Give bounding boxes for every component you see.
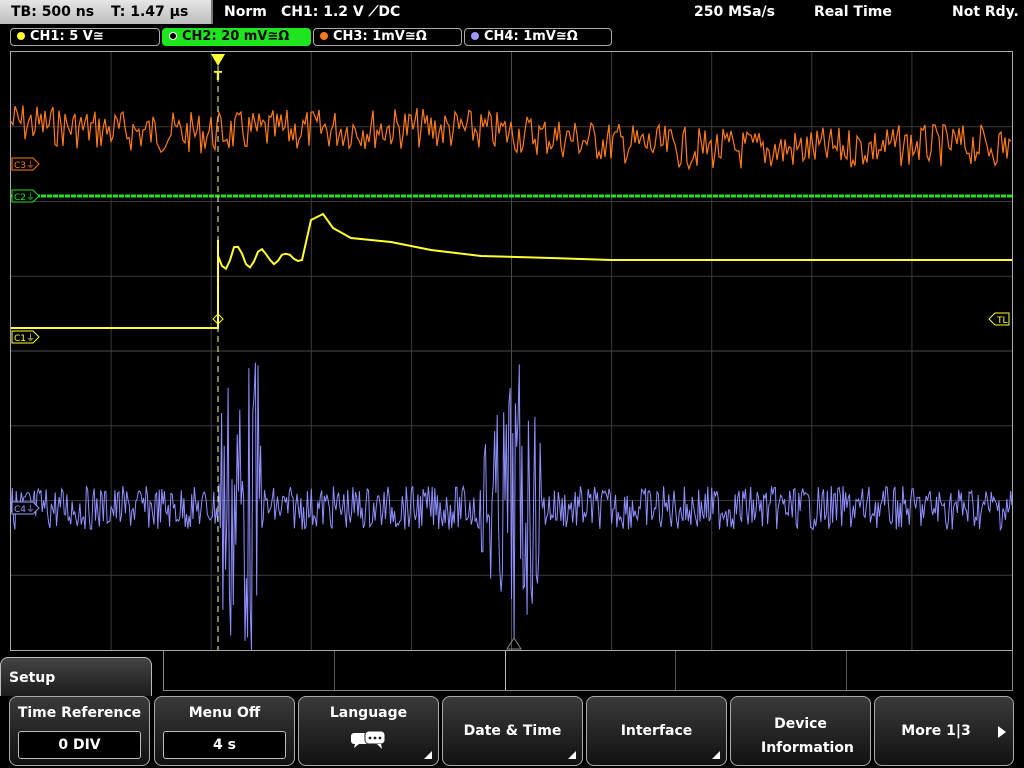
trigger-position-label: T: [214, 69, 223, 83]
menu-title: Setup: [9, 670, 56, 686]
overview-divider: [675, 651, 676, 690]
ch2-ground-marker[interactable]: C2⏚: [11, 189, 40, 203]
channel-1-color-dot: [17, 32, 25, 40]
overview-divider: [505, 651, 506, 690]
channel-4-tab[interactable]: CH4: 1mV≅Ω: [464, 28, 612, 46]
interface-label: Interface: [620, 723, 693, 739]
channel-4-color-dot: [471, 32, 479, 40]
speech-bubbles-icon: [351, 730, 386, 749]
channel-3-tab[interactable]: CH3: 1mV≅Ω: [313, 28, 462, 46]
channel-tabs: CH1: 5 V≅ CH2: 20 mV≅Ω CH3: 1mV≅Ω CH4: 1…: [0, 26, 1024, 48]
more-label: More 1|3: [901, 723, 971, 739]
status-bar: TB: 500 ns T: 1.47 µs Norm CH1: 1.2 V ⟋D…: [0, 0, 1024, 24]
ch4-ground-marker[interactable]: C4⏚: [11, 501, 40, 515]
overview-divider: [846, 651, 847, 690]
ch4-marker-label: C4⏚: [14, 504, 35, 515]
sample-rate: 250 MSa/s: [694, 4, 776, 20]
timebase-box[interactable]: TB: 500 ns T: 1.47 µs: [0, 0, 213, 24]
menu-off-value: 4 s: [163, 731, 286, 759]
channel-2-color-dot: [169, 32, 177, 40]
waveform-canvas: T C3⏚ C2⏚ C1⏚ C4⏚ TL: [11, 52, 1012, 650]
ch1-ground-marker[interactable]: C1⏚: [11, 330, 40, 344]
waveform-display[interactable]: T C3⏚ C2⏚ C1⏚ C4⏚ TL: [10, 51, 1013, 651]
ch1-marker-label: C1⏚: [14, 333, 35, 344]
menu-off-softkey[interactable]: Menu Off 4 s: [154, 696, 295, 766]
channel-1-tab[interactable]: CH1: 5 V≅: [10, 28, 160, 46]
submenu-indicator-icon: [568, 751, 576, 759]
menu-title-tab: Setup: [0, 657, 152, 697]
timebase-label: TB: 500 ns: [11, 4, 95, 20]
channel-1-label: CH1: 5 V≅: [30, 29, 104, 44]
more-softkey[interactable]: More 1|3: [874, 696, 1014, 766]
time-reference-softkey[interactable]: Time Reference 0 DIV: [9, 696, 150, 766]
ch3-ground-marker[interactable]: C3⏚: [11, 157, 40, 171]
date-time-label: Date & Time: [463, 723, 562, 739]
language-softkey[interactable]: Language: [298, 696, 439, 766]
interface-softkey[interactable]: Interface: [586, 696, 727, 766]
time-reference-marker: [506, 637, 522, 650]
trigger-time-label: T: 1.47 µs: [110, 4, 189, 20]
acquisition-mode: Real Time: [814, 4, 892, 20]
trigger-level-marker[interactable]: TL: [988, 312, 1010, 326]
time-reference-label: Time Reference: [17, 705, 142, 721]
channel-3-color-dot: [320, 32, 328, 40]
overview-divider: [334, 651, 335, 690]
trigger-info[interactable]: CH1: 1.2 V ⟋DC: [281, 0, 400, 24]
submenu-indicator-icon: [424, 751, 432, 759]
channel-2-label: CH2: 20 mV≅Ω: [182, 29, 290, 44]
date-time-softkey[interactable]: Date & Time: [442, 696, 583, 766]
trigger-status: Not Rdy.: [952, 4, 1019, 20]
arrow-right-icon: [998, 726, 1006, 738]
trigger-mode[interactable]: Norm: [224, 0, 267, 24]
trigger-position-marker[interactable]: T: [211, 54, 225, 83]
menu-off-label: Menu Off: [188, 705, 261, 721]
submenu-indicator-icon: [712, 751, 720, 759]
channel-4-label: CH4: 1mV≅Ω: [484, 29, 578, 44]
time-reference-value: 0 DIV: [18, 731, 141, 759]
ch3-marker-label: C3⏚: [14, 160, 35, 171]
channel-3-label: CH3: 1mV≅Ω: [333, 29, 427, 44]
ch2-marker-label: C2⏚: [14, 192, 35, 203]
device-information-label: Device Information: [761, 716, 854, 756]
device-information-softkey[interactable]: Device Information: [730, 696, 871, 766]
trigger-level-label: TL: [996, 316, 1008, 326]
channel-2-tab[interactable]: CH2: 20 mV≅Ω: [162, 28, 311, 46]
softkey-bar: Time Reference 0 DIV Menu Off 4 s Langua…: [0, 696, 1024, 768]
language-label: Language: [329, 705, 408, 721]
overview-strip: [163, 651, 1013, 691]
